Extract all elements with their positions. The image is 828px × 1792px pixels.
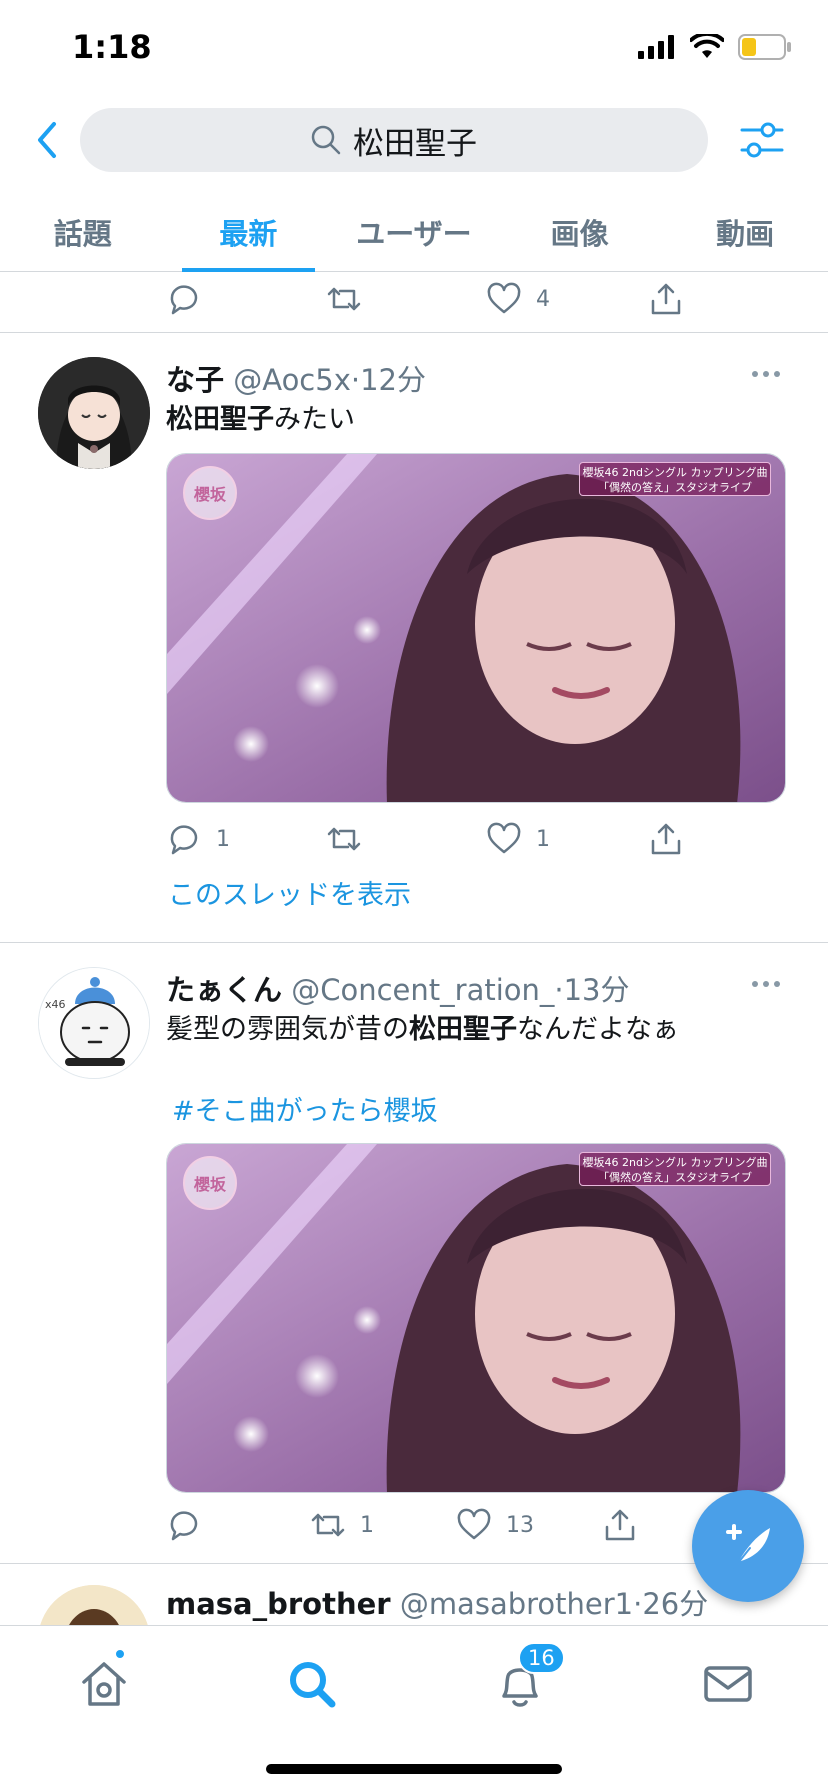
- tweet-media[interactable]: 櫻坂 櫻坂46 2ndシングル カップリング曲 「偶然の答え」スタジオライブ: [166, 453, 786, 803]
- tweet-actions: 4: [166, 277, 686, 321]
- share-button[interactable]: [648, 817, 684, 861]
- share-button[interactable]: [648, 277, 684, 321]
- wifi-icon: [690, 34, 724, 58]
- avatar[interactable]: x46: [38, 967, 150, 1079]
- avatar-image: [38, 357, 150, 469]
- like-button[interactable]: 13: [456, 1503, 534, 1547]
- home-indicator[interactable]: [266, 1764, 562, 1774]
- search-tab[interactable]: [284, 1656, 340, 1712]
- home-icon: [82, 1662, 126, 1706]
- media-image: [167, 1144, 785, 1492]
- reply-button[interactable]: [166, 277, 216, 321]
- retweet-icon: [327, 287, 361, 311]
- media-caption: 櫻坂46 2ndシングル カップリング曲 「偶然の答え」スタジオライブ: [579, 1152, 771, 1186]
- compose-tweet-button[interactable]: [692, 1490, 804, 1602]
- media-caption: 櫻坂46 2ndシングル カップリング曲 「偶然の答え」スタジオライブ: [579, 462, 771, 496]
- tweet-header: masa_brother @masabrother1·26分: [166, 1587, 709, 1621]
- signal-icon: [638, 35, 674, 59]
- reply-icon: [170, 1511, 198, 1541]
- compose-feather-icon: [726, 1524, 770, 1569]
- tweet-feed: 4 な子 @Aoc5x·12分 松田聖子みたい 櫻坂 櫻坂46 2ndシングル …: [0, 273, 828, 1625]
- search-input[interactable]: 松田聖子: [80, 108, 708, 172]
- avatar[interactable]: [38, 1585, 150, 1625]
- tweet-actions: 1 1: [166, 817, 686, 861]
- battery-icon: [738, 34, 791, 60]
- tweet-time: 26分: [642, 1587, 709, 1621]
- tweet-actions: 1 13: [166, 1503, 686, 1547]
- heart-icon: [457, 1508, 491, 1540]
- display-name[interactable]: な子: [166, 363, 224, 397]
- reply-button[interactable]: [166, 1503, 216, 1547]
- search-icon: [290, 1662, 336, 1708]
- tab-latest[interactable]: 最新: [166, 192, 332, 272]
- mail-icon: [704, 1666, 752, 1702]
- tweet-time: 13分: [563, 973, 630, 1007]
- tweet-media[interactable]: 櫻坂 櫻坂46 2ndシングル カップリング曲 「偶然の答え」スタジオライブ: [166, 1143, 786, 1493]
- messages-tab[interactable]: [700, 1656, 756, 1712]
- tab-users[interactable]: ユーザー: [331, 192, 497, 271]
- media-logo: 櫻坂: [183, 466, 237, 520]
- hashtag-link[interactable]: #そこ曲がったら櫻坂: [172, 1089, 438, 1128]
- heart-icon: [487, 822, 521, 854]
- divider: [0, 332, 828, 333]
- home-tab[interactable]: [76, 1648, 132, 1712]
- reply-icon: [170, 825, 198, 855]
- like-button[interactable]: 4: [486, 277, 550, 321]
- user-handle[interactable]: @Concent_ration_: [291, 973, 554, 1007]
- svg-text:x46: x46: [45, 998, 66, 1011]
- tab-videos[interactable]: 動画: [662, 192, 828, 271]
- retweet-icon: [327, 827, 361, 851]
- notification-count-badge: 16: [518, 1642, 565, 1674]
- more-options-icon[interactable]: [752, 981, 788, 991]
- tweet-header: たぁくん @Concent_ration_·13分: [166, 973, 630, 1007]
- reply-icon: [170, 285, 198, 315]
- tweet-header: な子 @Aoc5x·12分: [166, 363, 426, 397]
- tweet-text: 髪型の雰囲気が昔の松田聖子なんだよなぁ: [166, 1014, 679, 1045]
- filter-icon[interactable]: [738, 116, 786, 164]
- avatar-image: x46: [39, 968, 149, 1078]
- back-icon[interactable]: [28, 118, 68, 162]
- status-time: 1:18: [72, 28, 152, 66]
- retweet-button[interactable]: [326, 817, 376, 861]
- media-image: [167, 454, 785, 802]
- share-icon: [651, 823, 681, 855]
- display-name[interactable]: masa_brother: [166, 1587, 391, 1621]
- search-icon: [311, 125, 341, 155]
- home-unread-dot: [114, 1648, 126, 1660]
- tweet-text: 松田聖子みたい: [166, 404, 355, 435]
- user-handle[interactable]: @masabrother1: [400, 1587, 633, 1621]
- status-bar: 1:18: [0, 0, 828, 100]
- more-options-icon[interactable]: [752, 371, 788, 381]
- retweet-icon: [311, 1513, 345, 1537]
- tweet-time: 12分: [360, 363, 426, 397]
- reply-button[interactable]: 1: [166, 817, 230, 861]
- avatar-image: [38, 1585, 150, 1625]
- search-query: 松田聖子: [353, 125, 477, 162]
- search-tabs: 話題 最新 ユーザー 画像 動画: [0, 192, 828, 272]
- media-logo: 櫻坂: [183, 1156, 237, 1210]
- share-icon: [651, 283, 681, 315]
- user-handle[interactable]: @Aoc5x: [233, 363, 351, 397]
- retweet-button[interactable]: [326, 277, 376, 321]
- status-icons: [638, 34, 792, 60]
- tab-topics[interactable]: 話題: [0, 192, 166, 271]
- heart-icon: [487, 282, 521, 314]
- notifications-tab[interactable]: 16: [492, 1642, 565, 1712]
- divider: [0, 942, 828, 943]
- share-icon: [605, 1509, 635, 1541]
- retweet-button[interactable]: 1: [310, 1503, 374, 1547]
- share-button[interactable]: [602, 1503, 638, 1547]
- show-thread-link[interactable]: このスレッドを表示: [168, 873, 411, 912]
- tab-images[interactable]: 画像: [497, 192, 663, 271]
- search-header: 松田聖子: [0, 100, 828, 180]
- avatar[interactable]: [38, 357, 150, 469]
- display-name[interactable]: たぁくん: [166, 973, 282, 1007]
- like-button[interactable]: 1: [486, 817, 550, 861]
